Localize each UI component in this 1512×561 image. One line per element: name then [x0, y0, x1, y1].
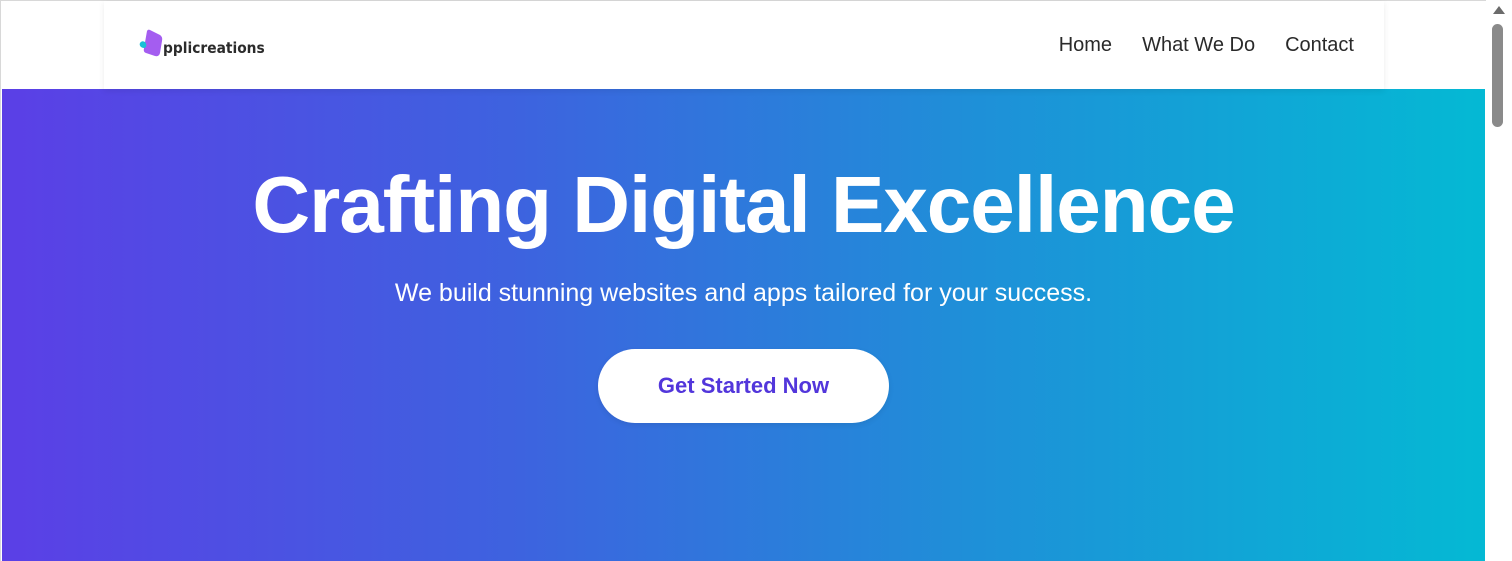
- vertical-scrollbar[interactable]: [1486, 0, 1512, 561]
- hero-title: Crafting Digital Excellence: [252, 160, 1235, 249]
- get-started-button[interactable]: Get Started Now: [598, 349, 889, 423]
- scroll-up-arrow-icon[interactable]: [1493, 6, 1505, 14]
- logo-text: pplicreations: [163, 39, 265, 57]
- logo[interactable]: pplicreations: [138, 27, 274, 59]
- hero-subtitle: We build stunning websites and apps tail…: [394, 279, 1093, 307]
- browser-viewport: pplicreations Home What We Do Contact Cr…: [0, 0, 1512, 561]
- nav-contact-link[interactable]: Contact: [1285, 32, 1354, 58]
- hero-section: Crafting Digital Excellence We build stu…: [2, 89, 1485, 561]
- applicreations-logo-icon: [138, 29, 164, 59]
- nav-what-we-do-link[interactable]: What We Do: [1142, 32, 1255, 58]
- site-header: pplicreations Home What We Do Contact: [104, 1, 1384, 89]
- nav-home-link[interactable]: Home: [1059, 32, 1112, 58]
- main-nav: Home What We Do Contact: [1059, 32, 1354, 58]
- scrollbar-thumb[interactable]: [1492, 24, 1503, 127]
